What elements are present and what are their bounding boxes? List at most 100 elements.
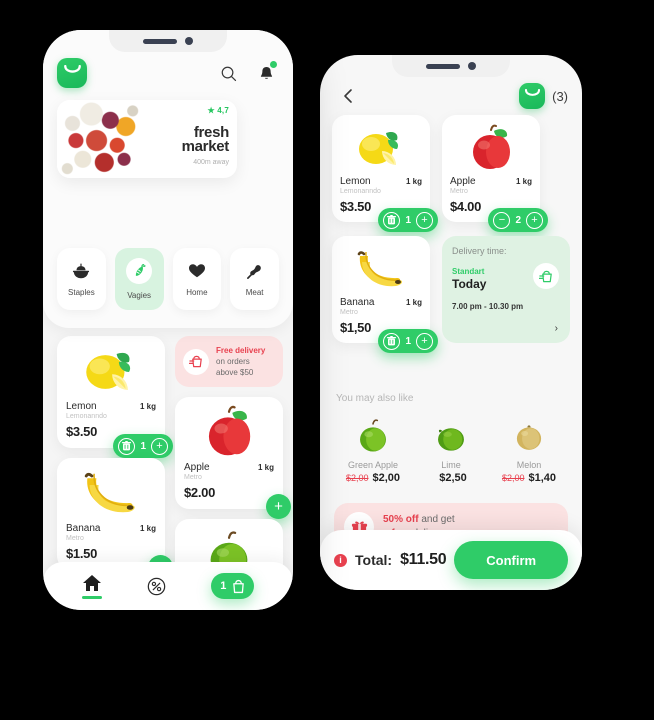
free-delivery-promo[interactable]: Free delivery on orders above $50 (175, 336, 283, 387)
notification-badge (270, 61, 277, 68)
right-header: (3) (334, 83, 568, 109)
also-like-item-melon[interactable]: Melon $2,00 $1,40 (491, 415, 567, 484)
apple-image (450, 122, 532, 176)
shop-bag-logo-icon (524, 89, 540, 96)
product-card-lemon[interactable]: Lemon 1 kg Lemonanndo $3.50 1 + (57, 336, 173, 458)
green-apple-icon (360, 419, 386, 452)
apple-icon (208, 405, 251, 456)
old-price: $2,00 (345, 473, 369, 483)
category-label: Meat (245, 288, 264, 297)
right-screen: (3) Lemon 1 kg Lemonanndo $3.50 1 + Appl… (320, 55, 582, 590)
quantity-value: 2 (515, 214, 521, 226)
product-weight: 1 kg (139, 402, 156, 411)
confirm-button[interactable]: Confirm (454, 541, 568, 579)
item-name: Lime (441, 460, 461, 470)
also-like-item-lime[interactable]: Lime $2,50 (413, 415, 489, 484)
phone-left-home: ★ 4,7 fresh market 400m away Staples Vag… (43, 30, 293, 610)
category-meat[interactable]: Meat (230, 248, 279, 310)
delivery-range: 7.00 pm - 10.30 pm (452, 302, 524, 311)
carrot-icon (126, 258, 153, 284)
promo-line2: on orders (216, 357, 250, 366)
decrease-button[interactable]: − (493, 211, 511, 229)
trash-icon[interactable] (118, 437, 136, 455)
lime-icon (438, 428, 464, 451)
category-vagies[interactable]: Vagies (114, 248, 164, 310)
lemon-icon (359, 131, 398, 165)
item-store: Metro (450, 188, 468, 195)
notifications-button[interactable] (253, 60, 279, 86)
chevron-right-icon[interactable]: › (555, 323, 558, 334)
increase-button[interactable]: + (416, 211, 433, 229)
delivery-bag-glyph (538, 270, 552, 282)
product-card-banana[interactable]: Banana 1 kg Metro $1.50 + (57, 458, 173, 580)
active-indicator (81, 595, 102, 599)
camera-dot (185, 37, 193, 45)
category-home[interactable]: Home (172, 248, 222, 310)
price: $2,50 (439, 472, 467, 484)
quantity-stepper[interactable]: 1 + (378, 329, 438, 353)
add-to-cart-button[interactable]: + (266, 494, 291, 519)
rice-bowl-icon (72, 261, 90, 281)
trash-glyph (387, 215, 397, 225)
back-button[interactable] (334, 83, 360, 109)
rice-bowl-glyph (73, 263, 90, 278)
category-list: Staples Vagies Home Meat (57, 248, 279, 310)
lemon-image (340, 122, 422, 176)
carrot-glyph (135, 263, 146, 276)
info-icon[interactable]: i (334, 553, 347, 567)
quantity-stepper[interactable]: 1 + (378, 208, 438, 232)
increase-button[interactable]: + (151, 437, 168, 455)
shop-card[interactable]: ★ 4,7 fresh market 400m away (57, 100, 237, 178)
lemon-icon (86, 352, 131, 390)
app-logo-left[interactable] (57, 58, 87, 88)
app-logo-right[interactable] (519, 83, 546, 109)
product-name: Banana (66, 523, 101, 534)
cart-button[interactable]: 1 (211, 573, 255, 599)
home-header (57, 56, 279, 90)
apple-image (184, 404, 274, 462)
item-name: Lemon (340, 176, 371, 187)
nav-item-home[interactable] (81, 574, 102, 599)
cart-item-banana[interactable]: Banana 1 kg Metro $1,50 1 + (332, 236, 438, 353)
item-weight: 1 kg (405, 298, 422, 307)
item-weight: 1 kg (405, 177, 422, 186)
category-staples[interactable]: Staples (57, 248, 106, 310)
trash-icon[interactable] (383, 332, 401, 350)
product-price: $1.50 (66, 546, 98, 561)
cart-row: Lemon 1 kg Lemonanndo $3.50 1 + Apple 1 … (332, 115, 570, 232)
drumstick-icon (246, 261, 263, 281)
promo-text-a: and get (418, 514, 455, 525)
quantity-stepper[interactable]: − 2 + (488, 208, 548, 232)
promo-line-1: 50% off and get (383, 513, 455, 527)
increase-button[interactable]: + (416, 332, 433, 350)
chevron-left-icon (343, 89, 352, 103)
search-button[interactable] (215, 60, 241, 86)
quantity-value: 1 (405, 214, 411, 226)
cart-item-apple[interactable]: Apple 1 kg Metro $4.00 − 2 + (442, 115, 548, 232)
item-name: Apple (450, 176, 476, 187)
nav-item-offers[interactable] (147, 577, 166, 596)
shop-distance: 400m away (193, 159, 229, 166)
banana-icon (84, 472, 135, 513)
notch-left (109, 30, 227, 52)
item-store: Metro (340, 309, 358, 316)
banana-icon (357, 251, 403, 287)
shop-info: ★ 4,7 fresh market 400m away (143, 100, 237, 178)
product-header-row: Apple 1 kg (184, 462, 274, 473)
melon-image (510, 415, 548, 457)
delivery-time-card[interactable]: Delivery time: Standart Today 7.00 pm - … (442, 236, 570, 343)
trash-icon[interactable] (383, 211, 401, 229)
apple-icon (473, 124, 510, 169)
increase-button[interactable]: + (526, 211, 543, 229)
old-price: $2,00 (501, 473, 525, 483)
promo-title: Free delivery (216, 346, 266, 355)
price: $2,00 (372, 472, 401, 484)
shop-image (57, 100, 143, 178)
cart-item-lemon[interactable]: Lemon 1 kg Lemonanndo $3.50 1 + (332, 115, 438, 232)
product-card-apple[interactable]: Apple 1 kg Metro $2.00 + (175, 397, 291, 519)
quantity-stepper[interactable]: 1 + (113, 434, 173, 458)
item-header-row: Banana 1 kg (340, 297, 422, 308)
product-name: Apple (184, 462, 210, 473)
also-like-item-green-apple[interactable]: Green Apple $2,00 $2,00 (335, 415, 411, 484)
drumstick-glyph (247, 264, 261, 279)
